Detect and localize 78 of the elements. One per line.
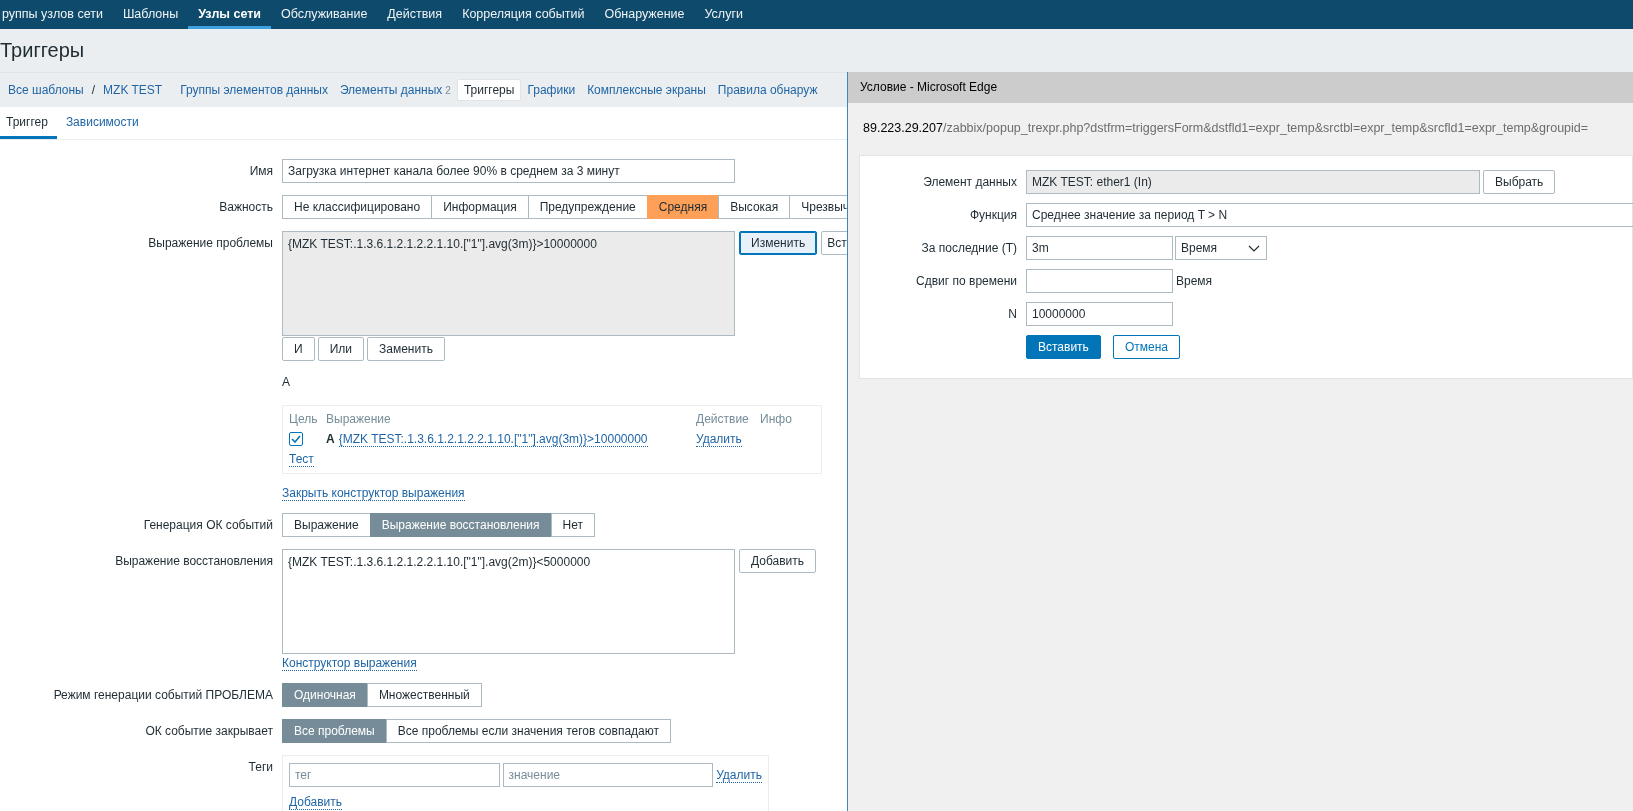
- form-tab[interactable]: Зависимости: [56, 107, 148, 139]
- input-field[interactable]: 10000000: [1026, 302, 1173, 326]
- field-label: Функция: [968, 207, 1017, 224]
- input-field[interactable]: MZK TEST: ether1 (In): [1026, 170, 1480, 194]
- field-label: Сдвиг по времени: [915, 273, 1017, 290]
- expression-field[interactable]: {MZK TEST:.1.3.6.1.2.1.2.2.1.10.["1"].avg(3m)}>10000000: [282, 231, 735, 336]
- expression-link[interactable]: {MZK TEST:.1.3.6.1.2.1.2.2.1.10.["1"].avg(3m)}>10000000: [338, 432, 648, 447]
- menu-item[interactable]: Обслуживание: [271, 0, 378, 29]
- field-label: Режим генерации событий ПРОБЛЕМА: [52, 687, 273, 704]
- menu-item[interactable]: Шаблоны: [112, 0, 189, 29]
- field-label: Выражение восстановления: [114, 553, 273, 570]
- function-dropdown[interactable]: Среднее значение за период T > N: [1026, 203, 1633, 227]
- test-link[interactable]: Тест: [289, 452, 314, 467]
- input-field[interactable]: 3m: [1026, 236, 1173, 260]
- segment-option[interactable]: Нет: [550, 513, 595, 537]
- form-tab[interactable]: Триггер: [0, 107, 57, 139]
- unit-dropdown[interactable]: Время: [1175, 236, 1267, 260]
- insert-button[interactable]: Вставить: [1026, 335, 1101, 359]
- menu-item[interactable]: Действия: [377, 0, 453, 29]
- segment-option[interactable]: Множественный: [366, 683, 482, 707]
- field-label: Важность: [218, 199, 273, 216]
- logic-button[interactable]: И: [282, 337, 315, 361]
- breadcrumb-link[interactable]: Все шаблоны: [2, 80, 90, 100]
- breadcrumb-separator: /: [90, 83, 97, 97]
- field-label: Генерация ОК событий: [142, 517, 273, 534]
- menu-item[interactable]: Обнаружение: [594, 0, 695, 29]
- expression-builder-link[interactable]: Конструктор выражения: [282, 656, 417, 671]
- field-label: Выражение проблемы: [147, 235, 273, 252]
- segment-option[interactable]: Высокая: [718, 195, 791, 219]
- cancel-button[interactable]: Отмена: [1112, 335, 1180, 359]
- menu-item[interactable]: Корреляция событий: [452, 0, 595, 29]
- segment-option[interactable]: Выражение: [282, 513, 371, 537]
- nav-tab[interactable]: Элементы данных 2: [333, 80, 457, 100]
- segment-option[interactable]: Информация: [431, 195, 529, 219]
- input-field[interactable]: [1026, 269, 1173, 293]
- expression-field[interactable]: {MZK TEST:.1.3.6.1.2.1.2.2.1.10.["1"].avg(2m)}<5000000: [282, 549, 735, 654]
- field-label: Элемент данных: [922, 174, 1017, 191]
- delete-link[interactable]: Удалить: [696, 432, 742, 447]
- window-title: Условие - Microsoft Edge: [848, 72, 1633, 103]
- nav-tab[interactable]: Группы элементов данных: [174, 80, 334, 100]
- logic-button[interactable]: Заменить: [366, 337, 445, 361]
- select-button[interactable]: Выбрать: [1483, 170, 1556, 194]
- result-label: A: [282, 375, 290, 389]
- field-label: Теги: [247, 759, 273, 776]
- delete-link[interactable]: Удалить: [716, 767, 762, 783]
- nav-tab[interactable]: Правила обнаруж: [711, 80, 824, 100]
- input-field[interactable]: Загрузка интернет канала более 90% в среднем за 3 минут: [282, 159, 735, 183]
- chevron-down-icon: [1248, 244, 1260, 252]
- column-header: Инфо: [760, 412, 793, 426]
- input-field[interactable]: тег: [289, 763, 500, 787]
- segment-option[interactable]: Предупреждение: [527, 195, 648, 219]
- column-header: Выражение: [326, 412, 392, 426]
- segment-option[interactable]: Средняя: [646, 195, 720, 219]
- page-title: Триггеры: [0, 38, 86, 63]
- menu-item[interactable]: Услуги: [694, 0, 753, 29]
- close-builder-link[interactable]: Закрыть конструктор выражения: [282, 486, 465, 501]
- input-field[interactable]: значение: [502, 763, 714, 787]
- logic-button[interactable]: Или: [317, 337, 364, 361]
- column-header: Цель: [289, 412, 319, 426]
- expression-button[interactable]: Изменить: [739, 231, 818, 255]
- add-button[interactable]: Добавить: [739, 549, 817, 573]
- field-label: N: [1007, 306, 1017, 323]
- breadcrumb-link[interactable]: MZK TEST: [97, 80, 169, 100]
- nav-tab[interactable]: Комплексные экраны: [581, 80, 712, 100]
- add-link[interactable]: Добавить: [289, 795, 343, 810]
- menu-item[interactable]: руппы узлов сети: [0, 0, 113, 29]
- nav-tab[interactable]: Триггеры: [456, 79, 522, 101]
- checkbox[interactable]: [289, 432, 303, 446]
- unit-label: Время: [1176, 274, 1213, 288]
- url-text: 89.223.29.207/zabbix/popup_trexpr.php?dstfrm=triggersForm&dstfld1=expr_temp&srctbl=expr_temp&srcfld1=expr_temp&groupid=: [863, 121, 1589, 135]
- column-header: Действие: [696, 412, 750, 426]
- expression-id: A: [326, 432, 335, 446]
- segment-option[interactable]: Не классифицировано: [282, 195, 433, 219]
- segment-option[interactable]: Все проблемы если значения тегов совпадают: [385, 719, 671, 743]
- nav-tab[interactable]: Графики: [521, 80, 582, 100]
- field-label: За последние (T): [920, 240, 1017, 257]
- field-label: ОК событие закрывает: [144, 723, 273, 740]
- field-label: Имя: [248, 163, 273, 180]
